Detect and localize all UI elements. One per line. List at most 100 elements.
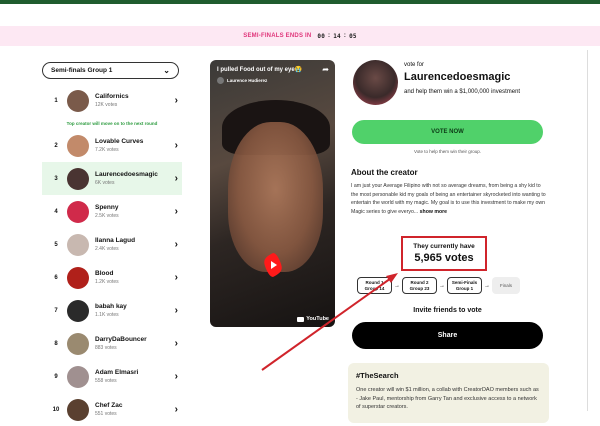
creator-row[interactable]: 3 Laurencedoesmagic 6K votes ›: [42, 162, 182, 195]
creator-row-votes: 2.4K votes: [95, 246, 119, 252]
creator-row[interactable]: 6 Blood 1.2K votes ›: [42, 261, 182, 294]
chevron-right-icon: ›: [174, 305, 178, 316]
round-node: Round 2 Group 23: [402, 277, 437, 294]
shorts-play-icon[interactable]: [262, 252, 284, 278]
vote-now-button[interactable]: VOTE NOW: [352, 120, 543, 144]
creator-avatar: [353, 60, 398, 105]
creator-subtitle: and help them win a $1,000,000 investmen…: [404, 89, 521, 95]
creator-row-avatar: [67, 233, 89, 256]
creator-row[interactable]: 8 DarryDaBouncer 883 votes ›: [42, 327, 182, 360]
creator-rank: 3: [54, 175, 58, 182]
creator-row-votes: 12K votes: [95, 102, 118, 108]
creator-row-name: Blood: [95, 270, 114, 277]
creator-row-avatar: [67, 332, 89, 355]
share-icon[interactable]: ➦: [322, 65, 329, 74]
video-thumbnail: [228, 122, 323, 272]
creator-row-votes: 1.1K votes: [95, 312, 119, 318]
creator-row[interactable]: 1 Californics 12K votes ›: [42, 84, 182, 117]
creator-row[interactable]: 7 babah kay 1.1K votes ›: [42, 294, 182, 327]
the-search-card: #TheSearch One creator will win $1 milli…: [348, 363, 549, 423]
chevron-right-icon: ›: [174, 140, 178, 151]
current-votes-value: 5,965 votes: [414, 252, 474, 264]
creator-row-avatar: [67, 299, 89, 322]
creator-row-name: Chef Zac: [95, 402, 123, 409]
creator-rank: 9: [54, 373, 58, 380]
countdown-banner: SEMI-FINALS ENDS IN 00 : 14 : 05: [0, 26, 600, 46]
creator-rank: 6: [54, 274, 58, 281]
chevron-right-icon: ›: [174, 173, 178, 184]
share-button[interactable]: Share: [352, 322, 543, 349]
chevron-right-icon: ›: [174, 272, 178, 283]
creator-row-avatar: [67, 167, 89, 190]
about-body: I am just your Average Filipino with not…: [351, 183, 546, 215]
youtube-logo: YouTube: [297, 316, 329, 322]
chevron-right-icon: ›: [174, 371, 178, 382]
countdown-hours: 00: [317, 32, 326, 40]
advance-note: Top creator will move on to the next rou…: [66, 120, 158, 126]
countdown-seconds: 05: [349, 32, 357, 40]
creator-row[interactable]: 10 Chef Zac 551 votes ›: [42, 393, 182, 426]
creator-row[interactable]: 2 Lovable Curves 7.2K votes ›: [42, 129, 182, 162]
creator-row-name: Spenny: [95, 204, 119, 211]
current-votes-box: They currently have 5,965 votes: [401, 236, 487, 271]
about-heading: About the creator: [351, 168, 418, 177]
search-card-text: One creator will win $1 million, a colla…: [356, 387, 539, 410]
creator-rank: 7: [54, 307, 58, 314]
creator-row[interactable]: 4 Spenny 2.5K votes ›: [42, 195, 182, 228]
countdown-label: SEMI-FINALS ENDS IN: [243, 33, 312, 39]
creator-row-avatar: [67, 398, 89, 421]
page-scrollbar[interactable]: [587, 50, 588, 411]
creator-row-name: Ilanna Lagud: [95, 237, 136, 244]
creator-row-votes: 6K votes: [95, 180, 115, 186]
arrow-right-icon: →: [484, 282, 490, 289]
arrow-right-icon: →: [439, 282, 445, 289]
creator-name: Laurencedoesmagic: [404, 71, 511, 83]
search-card-heading: #TheSearch: [356, 371, 399, 380]
creator-row-avatar: [67, 365, 89, 388]
chevron-right-icon: ›: [174, 404, 178, 415]
round-node: Finals: [492, 277, 520, 294]
creator-row[interactable]: 5 Ilanna Lagud 2.4K votes ›: [42, 228, 182, 261]
creator-row-votes: 7.2K votes: [95, 147, 119, 153]
round-node: Semi-Finals Group 1: [447, 277, 482, 294]
creator-row-name: Lovable Curves: [95, 138, 144, 145]
creator-rank: 4: [54, 208, 58, 215]
chevron-right-icon: ›: [174, 338, 178, 349]
invite-heading: Invite friends to vote: [413, 307, 482, 314]
creator-row-name: Laurencedoesmagic: [95, 171, 158, 178]
video-channel: Laurence Hudierez: [217, 77, 267, 84]
creator-rank: 2: [54, 142, 58, 149]
countdown-minutes: 14: [333, 32, 341, 40]
chevron-right-icon: ›: [174, 95, 178, 106]
creator-row-avatar: [67, 89, 89, 112]
creator-rank: 8: [54, 340, 58, 347]
show-more-link[interactable]: show more: [420, 209, 447, 215]
creator-row-avatar: [67, 200, 89, 223]
creator-row-votes: 883 votes: [95, 345, 117, 351]
creator-list: 1 Californics 12K votes › Top creator will m…: [42, 84, 182, 426]
creator-row-avatar: [67, 134, 89, 157]
creator-row[interactable]: 9 Adam Elmasri 558 votes ›: [42, 360, 182, 393]
creator-row-name: DarryDaBouncer: [95, 336, 147, 343]
group-select[interactable]: Semi-finals Group 1 ⌄: [42, 62, 179, 79]
creator-rank: 10: [52, 406, 60, 413]
creator-row-name: Adam Elmasri: [95, 369, 139, 376]
creator-rank: 1: [54, 97, 58, 104]
about-text: I am just your Average Filipino with not…: [351, 182, 546, 216]
video-player[interactable]: I pulled Food out of my eye😭 Laurence Hu…: [210, 60, 335, 327]
round-progress: Round 1 Group 14 → Round 2 Group 23 → Semi-F…: [357, 277, 520, 294]
vote-hint: Vote to help them win their group.: [413, 149, 482, 154]
creator-row-name: babah kay: [95, 303, 127, 310]
group-select-value: Semi-finals Group 1: [51, 67, 113, 74]
chevron-down-icon: ⌄: [163, 66, 170, 75]
creator-row-votes: 551 votes: [95, 411, 117, 417]
channel-name: Laurence Hudierez: [227, 78, 268, 83]
creator-row-votes: 1.2K votes: [95, 279, 119, 285]
current-votes-label: They currently have: [413, 243, 475, 250]
chevron-right-icon: ›: [174, 239, 178, 250]
video-title: I pulled Food out of my eye😭: [217, 67, 303, 73]
creator-row-votes: 2.5K votes: [95, 213, 119, 219]
channel-avatar: [217, 77, 224, 84]
vote-for-label: vote for: [404, 62, 425, 68]
arrow-right-icon: →: [394, 282, 400, 289]
